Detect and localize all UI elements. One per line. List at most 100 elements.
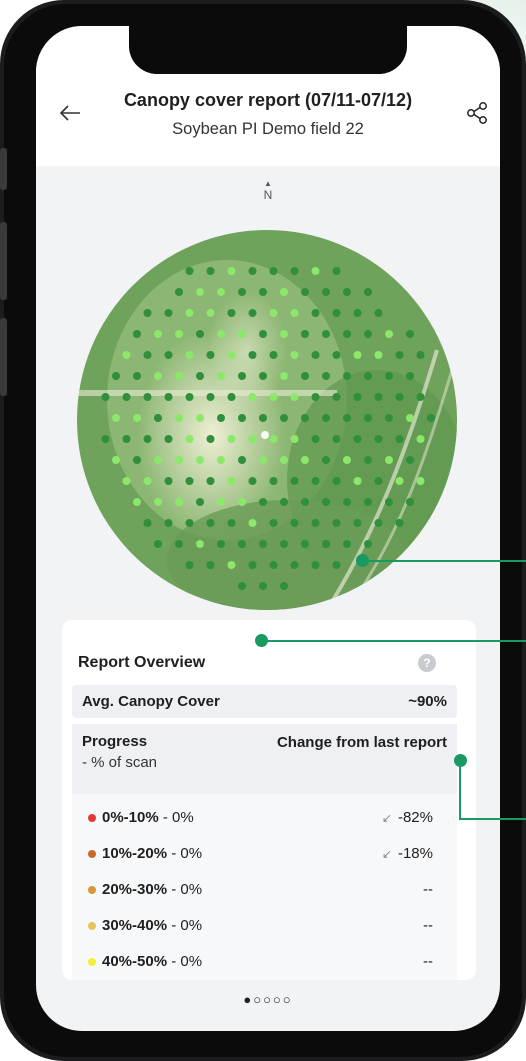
sample-point [143,309,152,317]
sample-point [238,414,246,422]
sample-point [259,498,267,506]
sample-point [238,498,246,506]
sample-point [206,351,215,359]
sample-point [269,435,278,443]
sample-point [290,477,299,485]
sample-point [343,372,351,380]
sample-point [332,267,341,275]
sample-point [269,393,278,401]
sample-point [164,351,173,359]
sample-point [112,414,120,422]
avg-canopy-value: ~90% [408,693,447,710]
back-arrow-icon [59,105,80,121]
sample-point [175,372,183,380]
sample-point [259,582,267,590]
sample-point [122,435,131,443]
sample-point [164,393,173,401]
report-overview-title: Report Overview [78,654,206,671]
sample-point [175,540,183,548]
sample-point [122,393,131,401]
sample-point [143,477,152,485]
sample-point [301,288,309,296]
canopy-map[interactable] [77,230,457,610]
sample-point [406,372,414,380]
legend-dot-icon [88,814,96,822]
sample-point [112,372,120,380]
sample-point [395,393,404,401]
sample-point [238,330,246,338]
sample-point [269,561,278,569]
sample-point [332,435,341,443]
sample-point [364,456,372,464]
progress-row: 30%-40% - 0% -- [72,910,457,946]
sample-point [154,372,162,380]
sample-point [206,519,215,527]
sample-point [343,540,351,548]
sample-point [280,498,288,506]
sample-point [374,519,383,527]
sample-point [364,540,372,548]
sample-point [280,288,288,296]
sample-point [217,330,225,338]
back-button[interactable] [56,98,86,128]
progress-row: 10%-20% - 0% ↙ -18% [72,838,457,874]
sample-point [196,540,204,548]
page-indicator[interactable]: ●○○○○ [218,992,318,1007]
sample-point [353,309,362,317]
sample-point [217,456,225,464]
progress-row: 20%-30% - 0% -- [72,874,457,910]
sample-point [301,330,309,338]
sample-point [175,330,183,338]
volume-down-button [0,318,7,396]
callout-line-overview [262,640,526,642]
sample-point [227,393,236,401]
legend-dot-icon [88,922,96,930]
progress-table: Progress - % of scan Change from last re… [72,724,457,980]
north-arrow-icon: ▲ [264,179,272,188]
sample-point [343,288,351,296]
sample-point [280,456,288,464]
sample-point [353,477,362,485]
sample-point [343,414,351,422]
sample-point [416,477,425,485]
notch [129,26,407,74]
sample-point [374,435,383,443]
sample-point [185,519,194,527]
sample-point [353,435,362,443]
progress-row: 40%-50% - 0% -- [72,946,457,980]
sample-point [227,309,236,317]
sample-point [311,267,320,275]
sample-point [322,414,330,422]
share-button[interactable] [462,98,492,128]
sample-point [332,519,341,527]
sample-point [248,519,257,527]
sample-point [364,498,372,506]
callout-line-table-vertical [459,760,461,820]
progress-rows: 0%-10% - 0% ↙ -82% 10%-20% - 0% ↙ -18% 20%-30%… [72,794,457,980]
sample-point [164,435,173,443]
sample-point [269,309,278,317]
sample-point [269,267,278,275]
sample-point [364,288,372,296]
sample-point [227,435,236,443]
sample-point [280,330,288,338]
sample-point [217,540,225,548]
help-icon[interactable]: ? [418,654,436,672]
sample-point [427,414,435,422]
sample-point [206,393,215,401]
sample-point [101,435,110,443]
sample-point [143,435,152,443]
sample-point [122,477,131,485]
sample-point [311,309,320,317]
range-label: 0%-10% - 0% [102,809,194,826]
progress-row: 0%-10% - 0% ↙ -82% [72,802,457,838]
sample-point [353,519,362,527]
sample-point [185,435,194,443]
sample-point [227,519,236,527]
sample-point [322,288,330,296]
decrease-arrow-icon: ↙ [381,847,392,861]
sample-point [259,372,267,380]
sample-point [280,372,288,380]
progress-header: Progress - % of scan [82,732,157,774]
sample-point [185,477,194,485]
